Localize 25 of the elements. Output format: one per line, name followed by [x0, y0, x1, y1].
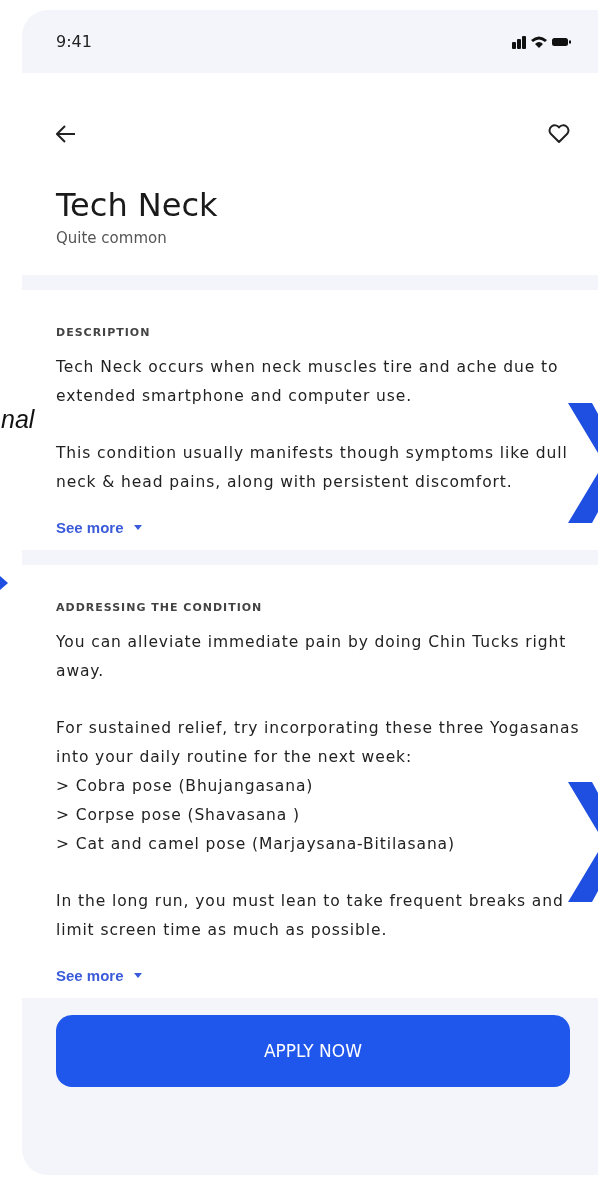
chevron-icon — [568, 403, 598, 523]
list-item: > Cobra pose (Bhujangasana) — [56, 776, 315, 797]
heart-icon[interactable] — [548, 124, 570, 144]
page-title: Tech Neck — [56, 185, 219, 225]
body-text: This condition usually manifests though symptoms like dull neck & head pains, along with persistent discomfort. — [56, 443, 569, 493]
section-heading: ADDRESSING THE CONDITION — [56, 601, 264, 614]
page-subtitle: Quite common — [56, 229, 168, 247]
slide-text: nal — [1, 405, 35, 434]
list-item: > Corpse pose (Shavasana ) — [56, 805, 301, 826]
caret-icon — [133, 525, 142, 530]
body-text: You can alleviate immediate pain by doing Chin Tucks right away. — [56, 632, 568, 682]
chevron-icon — [568, 782, 598, 902]
back-icon[interactable] — [56, 125, 76, 143]
see-more-link[interactable]: See more — [56, 519, 142, 536]
section-heading: DESCRIPTION — [56, 326, 152, 339]
body-text: For sustained relief, try incorporating these three Yogasanas into your daily routine for the next week: — [56, 718, 581, 768]
list-item: > Cat and camel pose (Marjaysana-Bitilasana) — [56, 834, 456, 855]
apply-button[interactable]: APPLY NOW — [56, 1015, 570, 1087]
see-more-link[interactable]: See more — [56, 967, 142, 984]
status-icons-drawing — [512, 33, 572, 50]
body-text: In the long run, you must lean to take frequent breaks and limit screen time as much as possible. — [56, 891, 565, 941]
body-text: Tech Neck occurs when neck muscles tire and ache due to extended smartphone and computer use. — [56, 357, 560, 407]
status-time: 9:41 — [56, 32, 92, 51]
arrow-tip-icon — [0, 576, 8, 590]
caret-icon — [133, 973, 142, 978]
